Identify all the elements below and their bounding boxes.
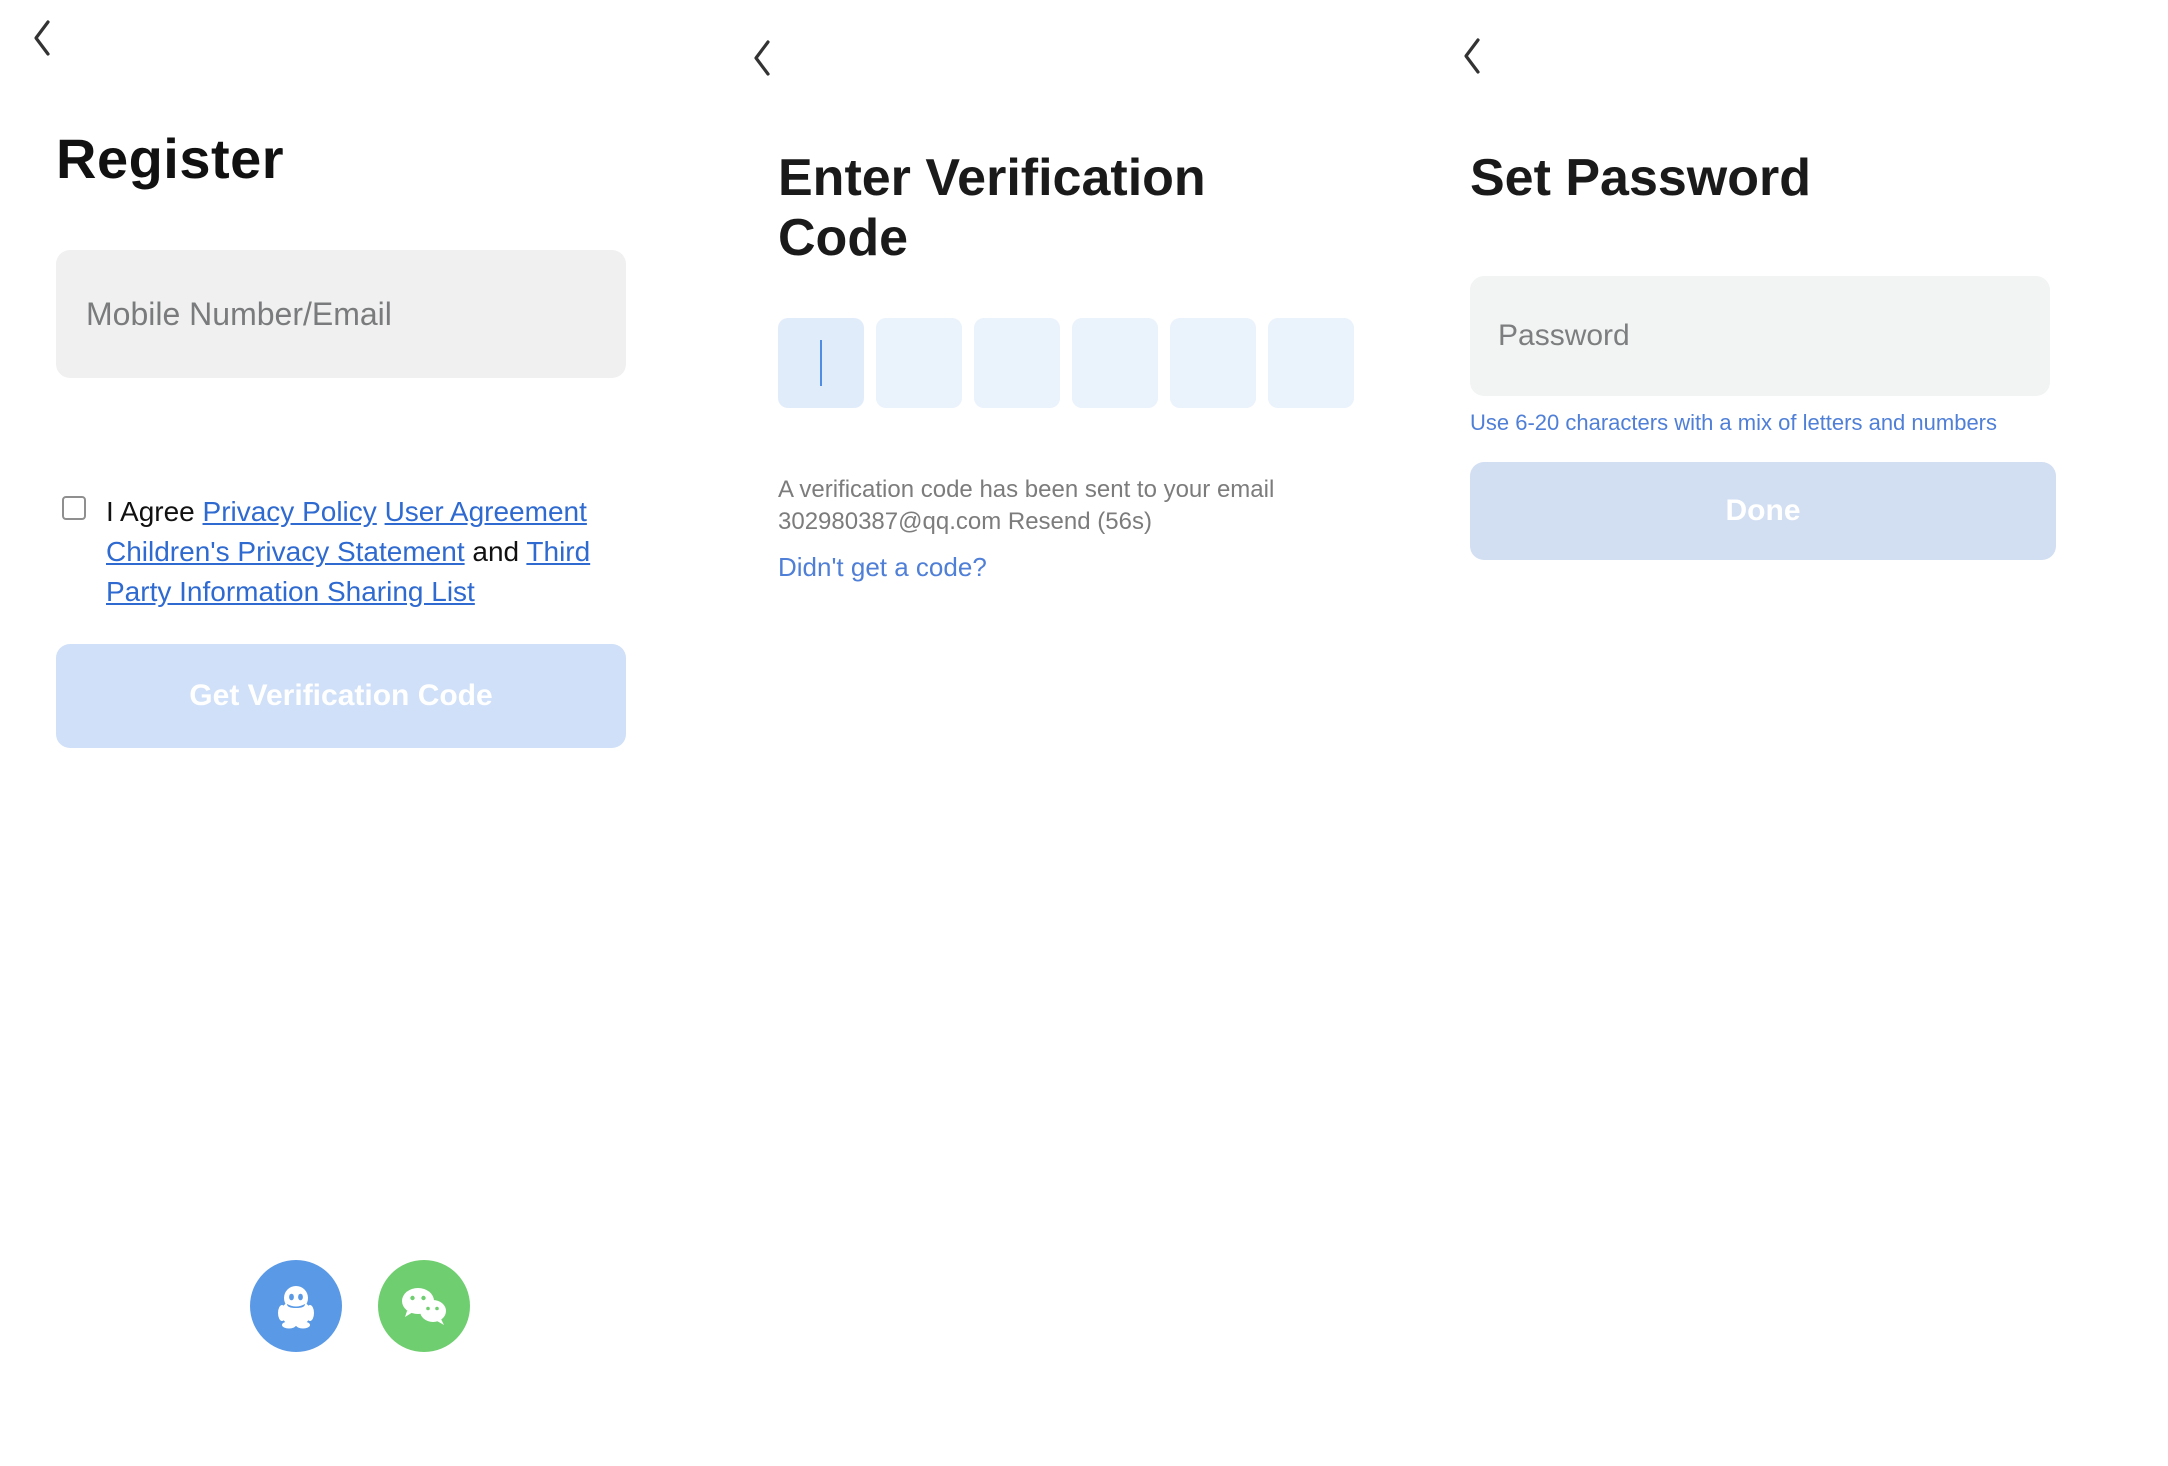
link-privacy-policy[interactable]: Privacy Policy <box>203 496 377 527</box>
qq-login-button[interactable] <box>250 1260 342 1352</box>
code-digit-5[interactable] <box>1170 318 1256 408</box>
code-digit-3[interactable] <box>974 318 1060 408</box>
code-digit-6[interactable] <box>1268 318 1354 408</box>
verification-screen: Enter Verification Code A verification c… <box>720 0 1440 1466</box>
wechat-icon <box>397 1279 451 1333</box>
didnt-get-code-link[interactable]: Didn't get a code? <box>778 552 987 583</box>
qq-icon <box>271 1281 321 1331</box>
code-input-row <box>778 318 1354 408</box>
chevron-left-icon <box>29 18 55 58</box>
code-sent-message: A verification code has been sent to you… <box>778 474 1338 538</box>
password-hint: Use 6-20 characters with a mix of letter… <box>1470 410 2090 436</box>
code-digit-2[interactable] <box>876 318 962 408</box>
consent-row: I Agree Privacy Policy User Agreement Ch… <box>62 492 626 612</box>
input-placeholder: Mobile Number/Email <box>86 296 392 333</box>
link-user-agreement[interactable]: User Agreement <box>385 496 587 527</box>
back-button[interactable] <box>14 10 70 66</box>
wechat-login-button[interactable] <box>378 1260 470 1352</box>
consent-joiner: and <box>465 536 527 567</box>
done-button[interactable]: Done <box>1470 462 2056 560</box>
sent-line1: A verification code has been sent to you… <box>778 476 1274 503</box>
back-button[interactable] <box>1444 28 1500 84</box>
sent-line2: 302980387@qq.com Resend (56s) <box>778 508 1152 535</box>
get-code-button[interactable]: Get Verification Code <box>56 644 626 748</box>
mobile-email-field[interactable]: Mobile Number/Email <box>56 250 626 378</box>
back-button[interactable] <box>734 30 790 86</box>
set-password-screen: Set Password Password Use 6-20 character… <box>1430 0 2168 1466</box>
link-children-privacy[interactable]: Children's Privacy Statement <box>106 536 465 567</box>
text-caret <box>820 340 822 386</box>
social-login-row <box>0 1260 720 1352</box>
input-placeholder: Password <box>1498 319 1630 353</box>
consent-prefix: I Agree <box>106 496 203 527</box>
page-title: Set Password <box>1470 148 1811 208</box>
code-digit-4[interactable] <box>1072 318 1158 408</box>
page-title: Register <box>56 126 284 191</box>
agree-checkbox[interactable] <box>62 496 86 520</box>
consent-text: I Agree Privacy Policy User Agreement Ch… <box>106 492 626 612</box>
password-field[interactable]: Password <box>1470 276 2050 396</box>
code-digit-1[interactable] <box>778 318 864 408</box>
chevron-left-icon <box>1459 36 1485 76</box>
page-title: Enter Verification Code <box>778 148 1338 268</box>
register-screen: Register Mobile Number/Email I Agree Pri… <box>0 0 720 1466</box>
chevron-left-icon <box>749 38 775 78</box>
